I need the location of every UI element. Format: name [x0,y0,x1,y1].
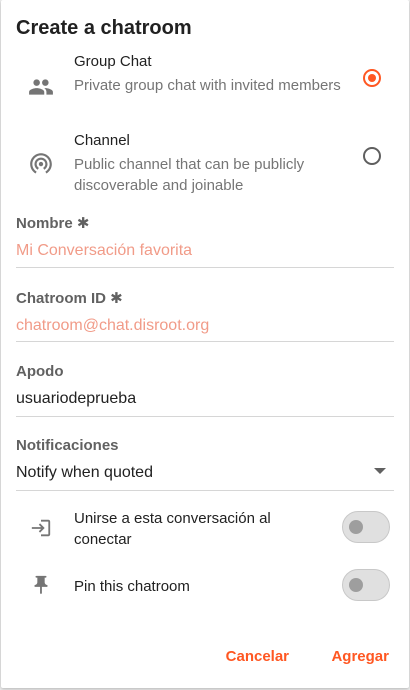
chevron-down-icon[interactable] [374,468,386,474]
channel-icon [28,150,54,176]
add-button[interactable]: Agregar [331,648,389,665]
chatroom-id-input[interactable]: chatroom@chat.disroot.org [16,315,394,337]
nickname-field[interactable]: Apodo usuariodeprueba [16,363,394,417]
room-type-label: Group Chat [74,53,152,70]
divider [16,490,394,491]
dialog-actions: Cancelar Agregar [188,648,389,668]
create-chatroom-dialog: Create a chatroom Group Chat Private gro… [1,0,409,688]
nickname-label: Apodo [16,363,64,380]
pin-icon [30,574,52,596]
room-type-label: Channel [74,132,130,149]
notifications-label: Notificaciones [16,437,119,454]
join-on-connect-row[interactable]: Unirse a esta conversación al conectar [1,507,409,557]
notifications-select[interactable]: Notify when quoted [16,462,394,484]
divider [16,267,394,268]
notifications-field[interactable]: Notificaciones Notify when quoted [16,437,394,491]
cancel-button[interactable]: Cancelar [226,648,289,665]
switch-knob [349,520,363,534]
group-chat-radio[interactable] [363,69,381,87]
pin-chatroom-row[interactable]: Pin this chatroom [1,567,409,617]
channel-radio[interactable] [363,147,381,165]
room-type-description: Public channel that can be publicly disc… [74,156,305,194]
name-input[interactable]: Mi Conversación favorita [16,240,394,262]
nickname-input[interactable]: usuariodeprueba [16,388,394,410]
join-on-connect-switch[interactable] [342,511,390,543]
group-icon [28,74,54,100]
divider [16,416,394,417]
login-icon [30,517,52,539]
switch-knob [349,578,363,592]
divider [16,341,394,342]
name-field[interactable]: Nombre ✱ Mi Conversación favorita [16,214,394,268]
pin-chatroom-label: Pin this chatroom [74,578,190,595]
chatroom-id-label: Chatroom ID ✱ [16,290,123,307]
room-type-description: Private group chat with invited members [74,77,341,94]
room-type-channel[interactable]: Channel Public channel that can be publi… [1,132,409,202]
chatroom-id-field[interactable]: Chatroom ID ✱ chatroom@chat.disroot.org [16,289,394,343]
name-label: Nombre ✱ [16,215,90,232]
room-type-group-chat[interactable]: Group Chat Private group chat with invit… [1,53,409,123]
pin-chatroom-switch[interactable] [342,569,390,601]
dialog-title: Create a chatroom [16,17,192,39]
join-on-connect-label: Unirse a esta conversación al conectar [74,510,271,548]
